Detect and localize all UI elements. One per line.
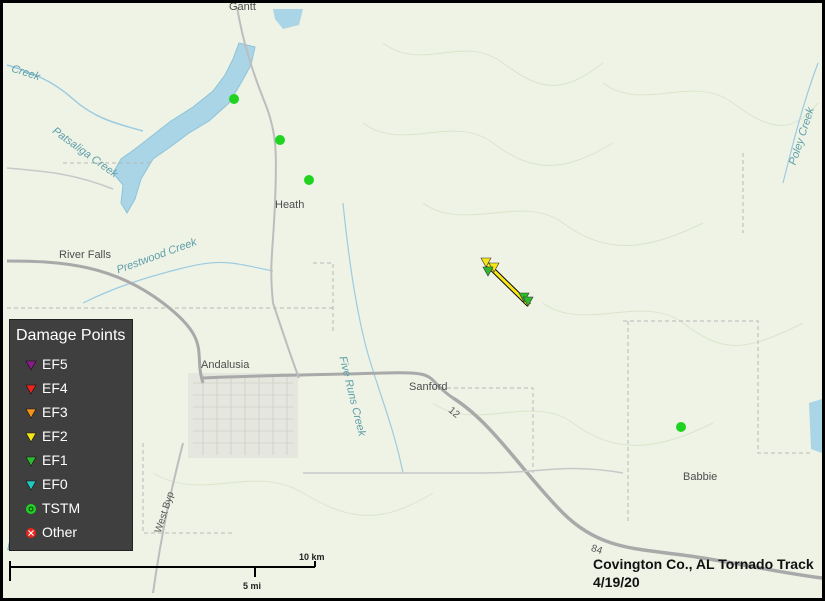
caption-title: Covington Co., AL Tornado Track xyxy=(593,556,814,572)
ef5-legend-icon xyxy=(25,360,37,371)
scale-km-label: 10 km xyxy=(299,552,325,562)
legend-label-ef1: EF1 xyxy=(42,452,68,468)
scale-mi-label: 5 mi xyxy=(243,581,262,591)
ef3-legend-icon xyxy=(25,408,37,419)
ef4-legend-icon xyxy=(25,384,37,395)
map-frame: Gantt Heath River Falls Andalusia Sanfor… xyxy=(0,0,825,601)
legend-title: Damage Points xyxy=(16,327,126,344)
other-legend-icon xyxy=(26,528,36,538)
legend-label-ef2: EF2 xyxy=(42,428,68,444)
ef1-legend-icon xyxy=(25,456,37,467)
tstm-point[interactable] xyxy=(275,135,285,145)
legend: Damage Points EF5 EF4 EF3 EF2 EF1 EF0 TSTM Othe… xyxy=(9,319,133,551)
legend-label-ef3: EF3 xyxy=(42,404,68,420)
tstm-legend-icon xyxy=(26,504,36,514)
legend-label-ef0: EF0 xyxy=(42,476,68,492)
legend-label-ef4: EF4 xyxy=(42,380,68,396)
tstm-point[interactable] xyxy=(304,175,314,185)
tstm-point[interactable] xyxy=(229,94,239,104)
legend-label-other: Other xyxy=(42,524,78,540)
legend-label-tstm: TSTM xyxy=(42,500,81,516)
tstm-point[interactable] xyxy=(676,422,686,432)
map-canvas[interactable]: Gantt Heath River Falls Andalusia Sanfor… xyxy=(3,3,822,598)
ef0-legend-icon xyxy=(25,480,37,491)
scale-bar: 10 km 5 mi xyxy=(7,549,327,593)
ef2-legend-icon xyxy=(25,432,37,443)
caption-date: 4/19/20 xyxy=(593,574,640,590)
legend-label-ef5: EF5 xyxy=(42,356,68,372)
scale-bar-graphic xyxy=(9,561,316,581)
map-caption: Covington Co., AL Tornado Track 4/19/20 xyxy=(593,555,814,591)
